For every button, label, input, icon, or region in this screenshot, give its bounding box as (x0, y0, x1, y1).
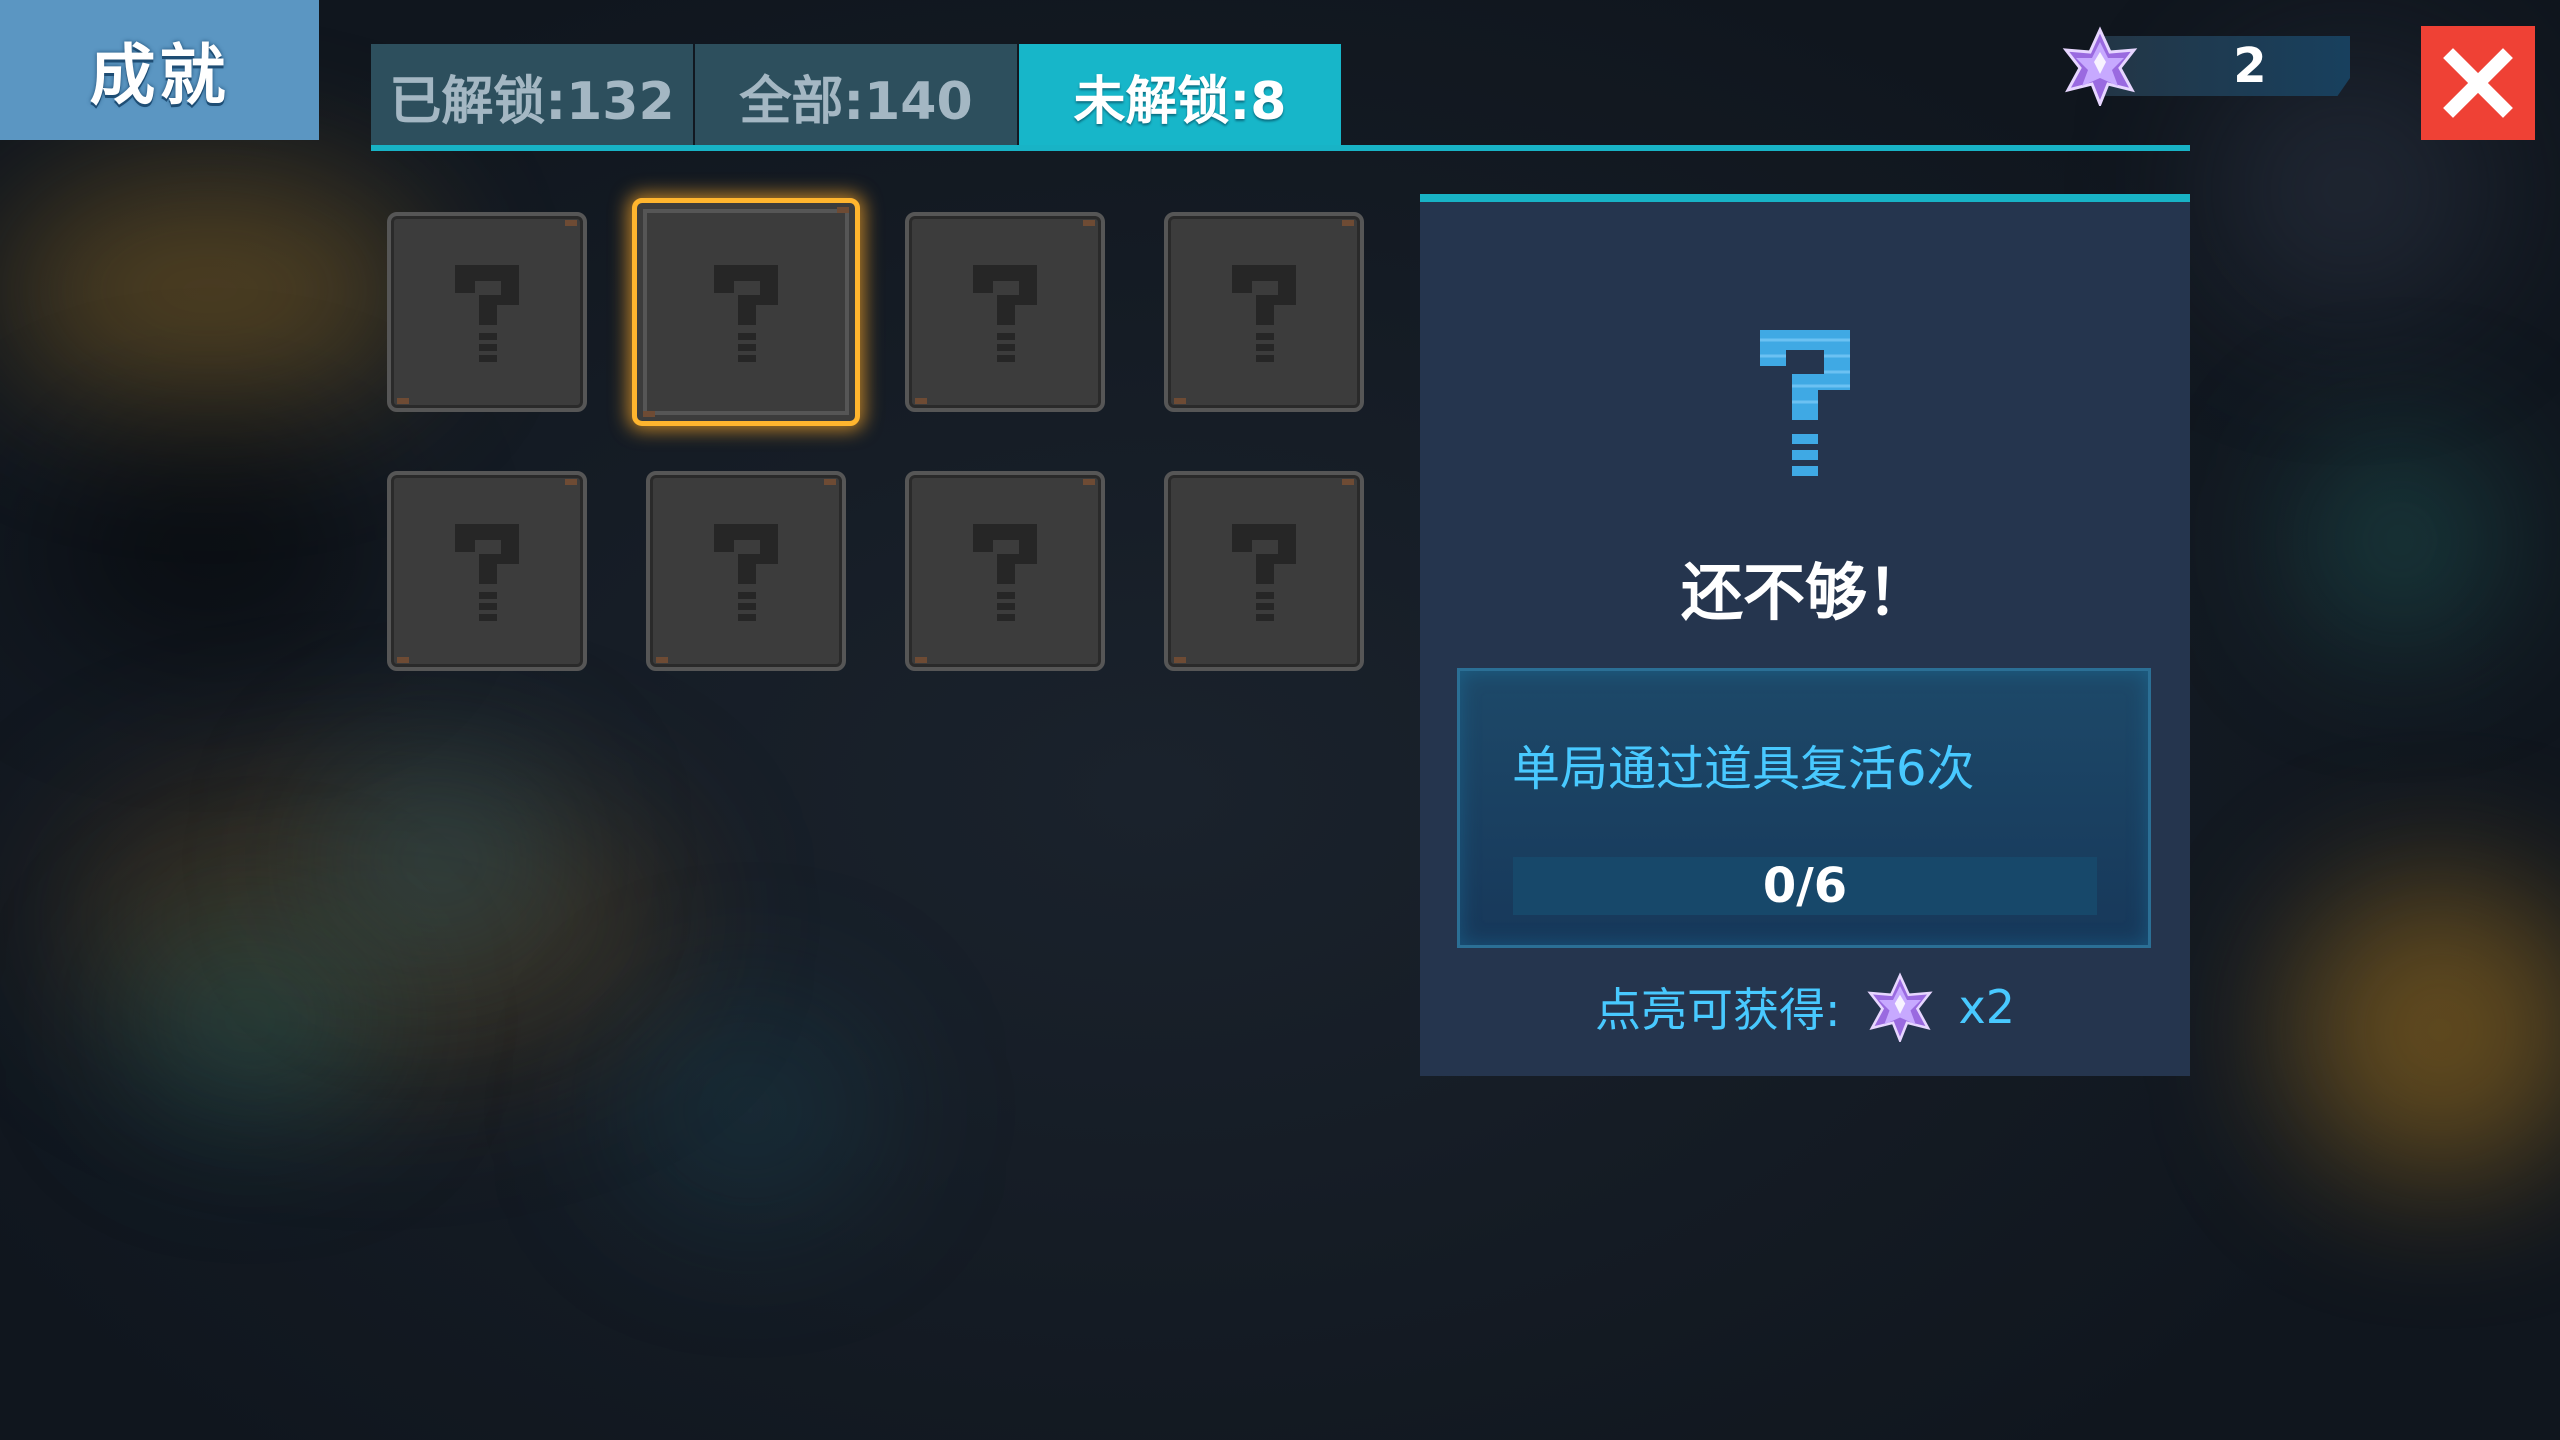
requirement-text: 单局通过道具复活6次 (1512, 741, 1975, 797)
achievement-card[interactable] (905, 212, 1105, 412)
progress-bar: 0/6 (1513, 857, 2097, 915)
tab-bar: 已解锁:132 全部:140 未解锁:8 (371, 44, 2190, 148)
tab-all[interactable]: 全部:140 (695, 44, 1017, 148)
star-crystal-icon (2060, 26, 2140, 109)
page-title: 成就 (0, 0, 319, 140)
currency-display: 2 (2060, 26, 2350, 109)
achievement-card[interactable] (1164, 471, 1364, 671)
achievement-detail-panel: 还不够！ 单局通过道具复活6次 0/6 点亮可获得: x2 (1420, 194, 2190, 1076)
close-button[interactable] (2421, 26, 2535, 140)
tab-locked[interactable]: 未解锁:8 (1019, 44, 1341, 148)
reward-count: x2 (1958, 980, 2016, 1034)
reward-row: 点亮可获得: x2 (1420, 962, 2190, 1052)
detail-title: 还不够！ (1680, 556, 1929, 629)
currency-value: 2 (2233, 38, 2267, 94)
achievement-card[interactable] (387, 212, 587, 412)
achievement-card[interactable] (632, 198, 860, 426)
progress-text: 0/6 (1762, 858, 1848, 914)
close-icon (2443, 48, 2513, 118)
achievement-card[interactable] (646, 471, 846, 671)
question-mark-icon (1740, 310, 1870, 494)
achievement-card[interactable] (905, 471, 1105, 671)
achievement-card[interactable] (387, 471, 587, 671)
requirement-box: 单局通过道具复活6次 0/6 (1457, 668, 2151, 948)
star-crystal-icon (1865, 972, 1935, 1042)
reward-label: 点亮可获得: (1595, 983, 1841, 1037)
tab-underline (371, 145, 2190, 151)
achievement-card[interactable] (1164, 212, 1364, 412)
tab-unlocked[interactable]: 已解锁:132 (371, 44, 693, 148)
